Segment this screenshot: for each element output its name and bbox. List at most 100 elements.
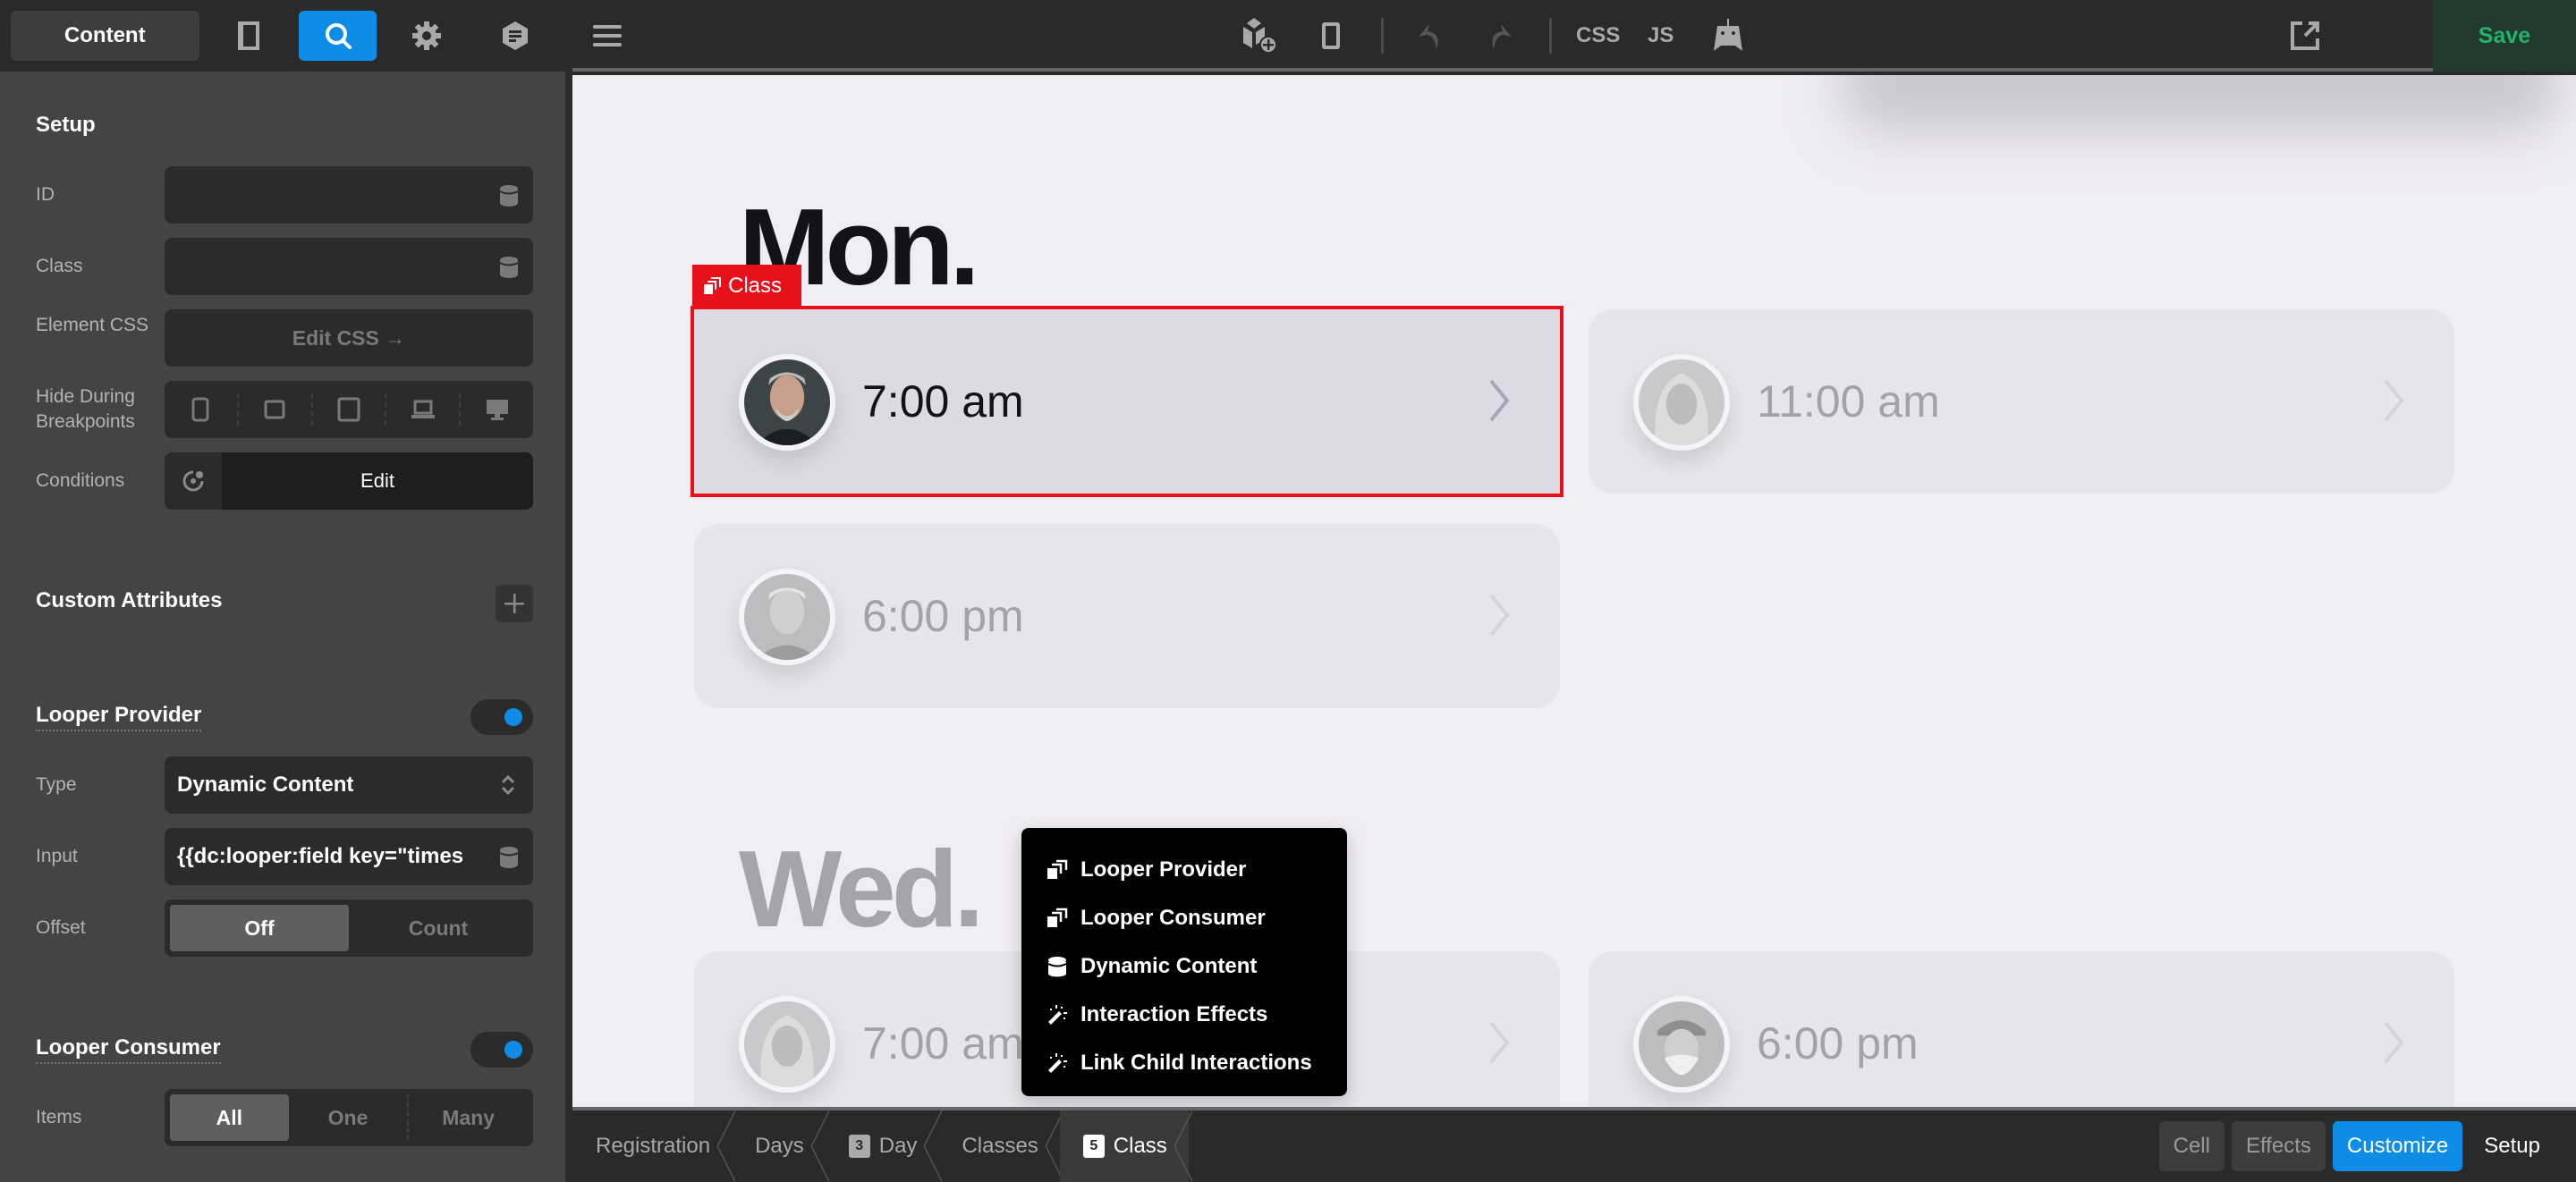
class-time: 7:00 am: [862, 376, 1024, 426]
dynamic-content-icon[interactable]: [499, 184, 519, 207]
breakpoint-desktop-toggle[interactable]: [459, 393, 533, 426]
menu-item-label: Link Child Interactions: [1080, 1051, 1312, 1075]
class-card[interactable]: 6:00 pm: [694, 524, 1560, 708]
breakpoint-toggles: [165, 381, 533, 438]
add-attribute-button[interactable]: [496, 585, 533, 622]
content-tab-button[interactable]: Content: [11, 11, 199, 61]
items-option-one[interactable]: One: [289, 1094, 408, 1141]
breadcrumb-day[interactable]: 3 Day: [826, 1110, 943, 1182]
class-card[interactable]: 11:00 am: [1589, 309, 2454, 494]
breadcrumb-class[interactable]: 5 Class: [1059, 1110, 1192, 1182]
dynamic-content-icon[interactable]: [499, 846, 519, 869]
instructor-avatar: [1633, 996, 1730, 1093]
toggle-knob: [504, 1041, 522, 1059]
magic-wand-icon: [1048, 1005, 1067, 1025]
save-button[interactable]: Save: [2433, 0, 2576, 72]
chevron-right-icon: [1489, 594, 1510, 637]
breakpoint-phone-toggle[interactable]: [165, 393, 237, 426]
offset-option-off[interactable]: Off: [170, 905, 349, 951]
js-editor-button[interactable]: JS: [1648, 18, 1674, 54]
breadcrumb-badge: 5: [1082, 1135, 1105, 1158]
menu-item-label: Looper Provider: [1080, 857, 1247, 882]
tab-effects[interactable]: Effects: [2231, 1121, 2326, 1171]
menu-item-looper-provider[interactable]: Looper Provider: [1046, 846, 1347, 894]
plus-icon: [504, 594, 524, 613]
toggle-knob: [504, 708, 522, 726]
conditions-control: Edit: [165, 452, 533, 510]
type-select[interactable]: Dynamic Content: [165, 756, 533, 814]
breadcrumb-registration[interactable]: Registration: [572, 1110, 736, 1182]
tab-cell[interactable]: Cell: [2158, 1121, 2224, 1171]
type-label: Type: [36, 774, 77, 795]
search-icon[interactable]: [298, 11, 377, 61]
class-field[interactable]: [165, 238, 533, 295]
inspector-tabs: Cell Effects Customize Setup: [2158, 1110, 2576, 1182]
responsive-preview-icon[interactable]: [1320, 18, 1342, 54]
laptop-icon: [411, 400, 435, 418]
breadcrumb-classes[interactable]: Classes: [938, 1110, 1064, 1182]
selected-element-tag[interactable]: Class: [692, 265, 801, 308]
items-option-many[interactable]: Many: [407, 1094, 528, 1141]
menu-item-dynamic-content[interactable]: Dynamic Content: [1046, 942, 1347, 991]
breakpoint-tablet-small-toggle[interactable]: [236, 393, 311, 426]
looper-provider-toggle[interactable]: [470, 699, 533, 735]
breakpoint-tablet-toggle[interactable]: [310, 393, 386, 426]
items-label: Items: [36, 1107, 82, 1127]
gamepad-icon[interactable]: [1712, 18, 1744, 54]
gear-icon[interactable]: [387, 11, 465, 61]
css-editor-button[interactable]: CSS: [1576, 18, 1620, 54]
tab-customize[interactable]: Customize: [2332, 1121, 2463, 1171]
menu-item-looper-consumer[interactable]: Looper Consumer: [1046, 894, 1347, 942]
conditions-edit-button[interactable]: Edit: [222, 452, 533, 510]
items-option-all[interactable]: All: [170, 1094, 289, 1141]
preview-canvas: Mon. Class 7:00 am 11:00 am 6:00 pm Wed.…: [572, 75, 2576, 1107]
menu-item-label: Looper Consumer: [1080, 906, 1266, 930]
class-card[interactable]: 6:00 pm: [1589, 951, 2454, 1107]
undo-icon[interactable]: [1415, 18, 1445, 54]
tab-setup[interactable]: Setup: [2470, 1121, 2555, 1171]
instructor-avatar: [1633, 354, 1730, 451]
open-external-icon[interactable]: [2290, 18, 2320, 54]
looper-provider-title: Looper Provider: [36, 703, 202, 731]
conditions-icon[interactable]: [165, 452, 222, 510]
looper-consumer-title: Looper Consumer: [36, 1035, 221, 1064]
looper-consumer-toggle[interactable]: [470, 1032, 533, 1068]
layout-panel-icon[interactable]: [210, 11, 288, 61]
phone-icon: [191, 397, 209, 422]
builder-app: Content Setup ID Class Element CSS Edit …: [0, 0, 2576, 1182]
class-card[interactable]: 7:00 am: [691, 306, 1563, 497]
offset-segmented-control: Off Count: [165, 899, 533, 957]
menu-item-label: Interaction Effects: [1080, 1002, 1268, 1026]
looper-icon: [1047, 908, 1068, 927]
menu-item-link-child-interactions[interactable]: Link Child Interactions: [1046, 1039, 1347, 1087]
redo-icon[interactable]: [1485, 18, 1515, 54]
instructor-avatar: [739, 996, 835, 1093]
edit-css-button[interactable]: Edit CSS →: [165, 309, 533, 367]
add-element-icon[interactable]: [1241, 18, 1286, 54]
breakpoint-laptop-toggle[interactable]: [385, 393, 459, 426]
offset-option-count[interactable]: Count: [349, 905, 528, 951]
input-field[interactable]: {{dc:looper:field key="times: [165, 828, 533, 885]
edit-css-label: Edit CSS →: [292, 325, 406, 350]
instructor-avatar: [739, 569, 835, 665]
menu-item-interaction-effects[interactable]: Interaction Effects: [1046, 991, 1347, 1039]
select-updown-icon: [501, 774, 515, 796]
dynamic-content-icon[interactable]: [499, 256, 519, 279]
chevron-right-icon: [2384, 1021, 2404, 1064]
toolbar-divider: [1549, 18, 1552, 54]
class-time: 11:00 am: [1757, 376, 1940, 426]
looper-icon: [704, 277, 721, 294]
custom-attributes-title: Custom Attributes: [36, 588, 223, 612]
docs-hex-icon[interactable]: [477, 11, 555, 61]
offset-label: Offset: [36, 917, 86, 938]
id-field[interactable]: [165, 166, 533, 224]
hamburger-icon[interactable]: [592, 18, 623, 54]
chevron-right-icon: [2384, 379, 2404, 422]
desktop-icon: [486, 400, 508, 420]
chevron-right-icon: [1489, 379, 1510, 422]
inspector-sidebar: Content Setup ID Class Element CSS Edit …: [0, 0, 569, 1182]
top-toolbar: CSS JS Save: [572, 0, 2576, 72]
magic-wand-icon: [1048, 1053, 1067, 1073]
type-select-value: Dynamic Content: [177, 773, 354, 797]
breadcrumb-days[interactable]: Days: [732, 1110, 829, 1182]
